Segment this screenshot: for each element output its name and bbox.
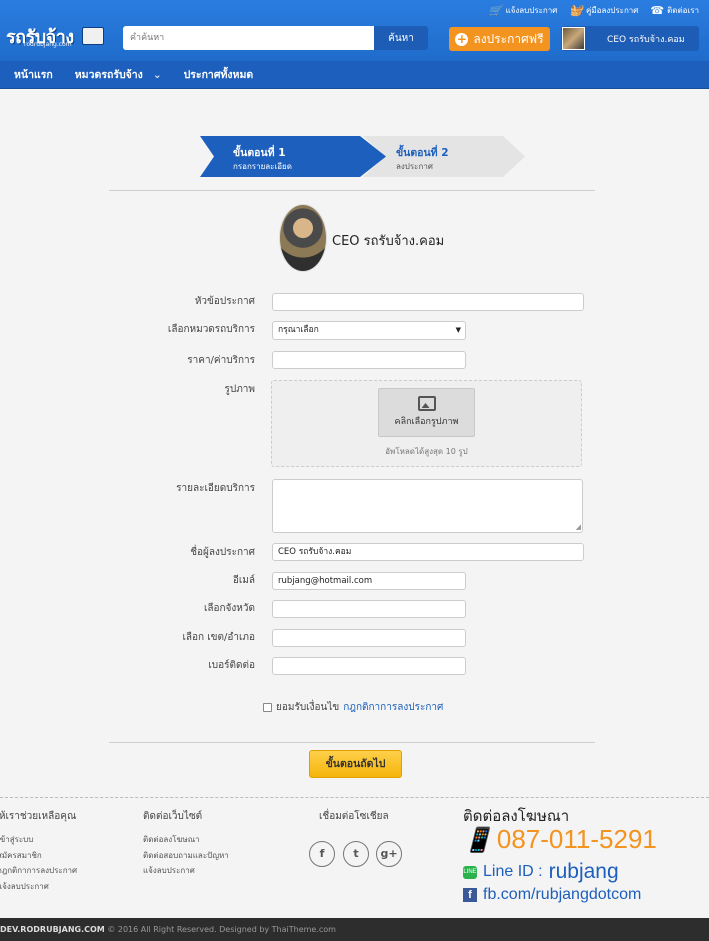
footer-contact-heading: ติดต่อเว็บไซต์ [143,811,203,822]
category-label: เลือกหมวดรถบริการ [167,324,255,335]
line-icon: LINE [463,865,477,879]
nav-all-posts[interactable]: ประกาศทั้งหมด [184,66,254,83]
phone-icon: ☎ [650,4,665,17]
chevron-down-icon[interactable]: ⌄ [153,69,162,81]
footer-help-heading: ให้เราช่วยเหลือคุณ [0,811,77,822]
title-input[interactable] [272,293,584,311]
basket-icon: 🧺 [569,4,584,17]
footer-link-remove[interactable]: แจ้งลบประกาศ [0,879,77,895]
top-link-contact-label[interactable]: ติดต่อเรา [667,4,699,17]
facebook-link[interactable]: fb.com/rubjangdotcom [483,886,641,904]
agree-checkbox[interactable] [263,703,272,712]
footer-link-advertise[interactable]: ติดต่อลงโฆษณา [143,832,229,848]
detail-textarea[interactable]: ◢ [272,479,583,533]
top-header: รถรับจ้าง rodrubjang.com 🛒 แจ้งลบประกาศ 🧺… [0,0,709,61]
line-id-row: LINE Line ID : rubjang [463,860,619,884]
cart-icon: 🛒 [488,4,503,17]
search-input[interactable] [123,26,374,50]
district-label: เลือก เขต/อำเภอ [182,632,255,643]
poster-input[interactable]: CEO รถรับจ้าง.คอม [272,543,584,561]
twitter-icon[interactable]: t [343,841,369,867]
phone-label: เบอร์ติดต่อ [208,660,255,671]
price-label: ราคา/ค่าบริการ [187,355,255,366]
user-name: CEO รถรับจ้าง.คอม [607,34,685,45]
nav-categories[interactable]: หมวดรถรับจ้าง [75,66,143,83]
rules-link[interactable]: กฎกติกาการลงประกาศ [343,700,443,715]
facebook-row: f fb.com/rubjangdotcom [463,886,641,904]
district-input[interactable] [272,629,466,647]
footer-divider [0,797,709,798]
step-1: ขั้นตอนที่ 1 กรอกรายละเอียด [200,136,386,177]
divider [109,190,595,191]
footer-link-remove-post[interactable]: แจ้งลบประกาศ [143,863,229,879]
top-links: 🛒 แจ้งลบประกาศ 🧺 คู่มือลงประกาศ ☎ ติดต่อเรา [489,4,699,17]
advertise-phone-number[interactable]: 087-011-5291 [497,824,657,855]
province-input[interactable] [272,600,466,618]
line-id-value[interactable]: rubjang [549,860,619,884]
footer-help-list: เข้าสู่ระบบ สมัครสมาชิก กฎกติกาการลงประก… [0,832,77,894]
title-label: หัวข้อประกาศ [194,296,255,307]
upload-image-button[interactable]: คลิกเลือกรูปภาพ [378,388,475,437]
detail-label: รายละเอียดบริการ [176,483,255,494]
profile-avatar [279,204,327,272]
phone-input[interactable] [272,657,466,675]
poster-label: ชื่อผู้ลงประกาศ [190,547,255,558]
upload-note: อัพโหลดได้สูงสุด 10 รูป [385,447,468,456]
agree-row: ยอมรับเงื่อนไข กฎกติกาการลงประกาศ [263,700,443,715]
step-indicator: ขั้นตอนที่ 2 ลงประกาศ ขั้นตอนที่ 1 กรอกร… [200,136,530,177]
footer-link-register[interactable]: สมัครสมาชิก [0,848,77,864]
line-id-prefix: Line ID : [483,863,543,880]
agree-text: ยอมรับเงื่อนไข [276,702,340,713]
resize-grip-icon[interactable]: ◢ [576,523,581,531]
upload-image-label: คลิกเลือกรูปภาพ [394,417,459,427]
facebook-icon[interactable]: f [309,841,335,867]
post-free-button[interactable]: + ลงประกาศฟรี [449,27,550,51]
top-link-contact[interactable]: ☎ ติดต่อเรา [650,4,699,17]
divider [109,742,595,743]
email-label: อีเมล์ [232,575,255,586]
google-plus-icon[interactable]: g+ [376,841,402,867]
top-link-guide[interactable]: 🧺 คู่มือลงประกาศ [569,4,638,17]
image-upload-area[interactable]: คลิกเลือกรูปภาพ อัพโหลดได้สูงสุด 10 รูป [271,380,582,467]
email-input[interactable]: rubjang@hotmail.com [272,572,466,590]
post-free-label: ลงประกาศฟรี [473,31,544,46]
image-label: รูปภาพ [224,384,255,395]
plus-icon: + [455,31,469,46]
step-2-title: ขั้นตอนที่ 2 [396,147,449,159]
facebook-square-icon: f [463,888,477,902]
footer-link-inquiry[interactable]: ติดต่อสอบถามและปัญหา [143,848,229,864]
search-button[interactable]: ค้นหา [374,26,428,50]
mobile-phone-icon: 📱 [463,825,493,854]
category-select-value: กรุณาเลือก [278,325,319,335]
top-link-guide-label[interactable]: คู่มือลงประกาศ [586,4,638,17]
step-1-subtitle: กรอกรายละเอียด [233,162,292,171]
truck-icon [82,27,104,45]
footer-link-rules[interactable]: กฎกติกาการลงประกาศ [0,863,77,879]
advertise-phone: 📱 087-011-5291 [463,824,657,855]
category-select[interactable]: กรุณาเลือก ▼ [272,321,466,340]
footer-contact-list: ติดต่อลงโฆษณา ติดต่อสอบถามและปัญหา แจ้งล… [143,832,229,879]
main-nav: หน้าแรก หมวดรถรับจ้าง ⌄ ประกาศทั้งหมด [0,61,709,89]
step-2-subtitle: ลงประกาศ [396,162,433,171]
top-link-report-label[interactable]: แจ้งลบประกาศ [506,4,558,17]
footer-link-login[interactable]: เข้าสู่ระบบ [0,832,77,848]
step-1-title: ขั้นตอนที่ 1 [233,147,286,159]
price-input[interactable] [272,351,466,369]
nav-home[interactable]: หน้าแรก [14,66,53,83]
copyright-site: DEV.RODRUBJANG.COM [0,925,105,934]
top-link-report[interactable]: 🛒 แจ้งลบประกาศ [489,4,558,17]
user-menu[interactable]: CEO รถรับจ้าง.คอม [561,26,699,51]
copyright-bar: DEV.RODRUBJANG.COM © 2016 All Right Rese… [0,918,709,941]
avatar [562,27,585,50]
profile-name: CEO รถรับจ้าง.คอม [332,234,445,249]
site-logo-sub: rodrubjang.com [24,41,72,48]
step-2: ขั้นตอนที่ 2 ลงประกาศ [363,136,525,177]
footer-social-heading: เชื่อมต่อโซเชียล [319,811,389,822]
province-label: เลือกจังหวัด [203,603,255,614]
copyright-text: © 2016 All Right Reserved. Designed by T… [107,925,336,934]
next-step-button[interactable]: ขั้นตอนถัดไป [309,750,402,778]
image-icon [417,396,436,411]
caret-down-icon: ▼ [455,326,461,334]
